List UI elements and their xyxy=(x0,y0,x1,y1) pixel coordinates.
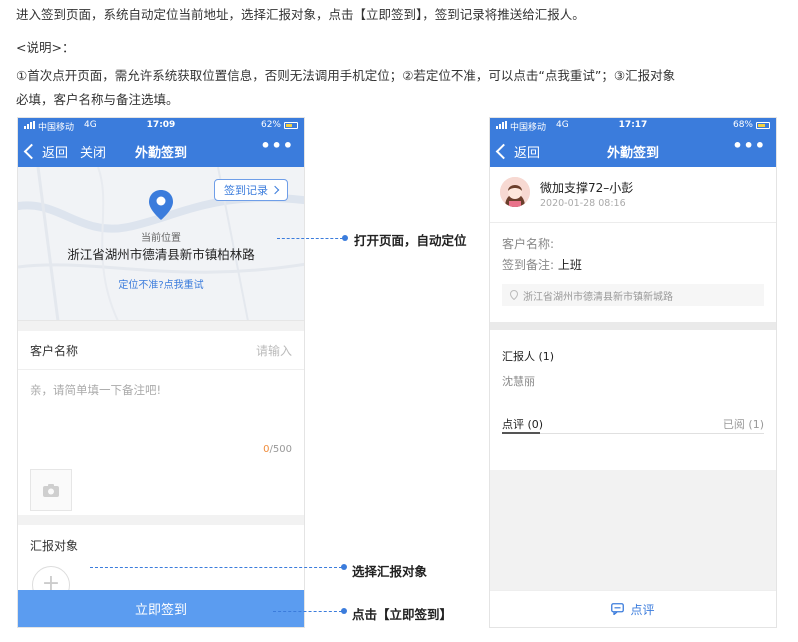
checkin-address: 浙江省湖州市德清县新市镇新城路 xyxy=(502,284,764,306)
nav-bar: 返回 关闭 外勤签到 ••• xyxy=(18,134,304,167)
remark-textarea[interactable]: 亲，请简单填一下备注吧! 0/500 xyxy=(18,370,304,515)
camera-icon xyxy=(43,483,59,497)
status-bar: 中国移动 4G 17:17 68% xyxy=(490,118,776,134)
callout-click: 点击【立即签到】 xyxy=(352,607,453,622)
comment-icon xyxy=(611,603,625,615)
divider xyxy=(18,321,304,331)
avatar xyxy=(500,177,530,207)
remark-value: 上班 xyxy=(557,258,582,272)
remark-placeholder: 亲，请简单填一下备注吧! xyxy=(30,383,162,397)
divider xyxy=(18,515,304,525)
add-photo-button[interactable] xyxy=(30,469,72,511)
reporter-name: 沈慧丽 xyxy=(502,375,535,388)
intro-line-2: <说明>： xyxy=(16,40,75,55)
checkin-detail-phone-screen: 中国移动 4G 17:17 68% 返回 外勤签到 ••• 微加支撑72–小彭 … xyxy=(489,117,777,628)
more-icon[interactable]: ••• xyxy=(732,136,766,155)
user-header: 微加支撑72–小彭 2020-01-28 08:16 xyxy=(490,167,776,223)
current-address: 浙江省湖州市德清县新市镇柏林路 xyxy=(67,247,255,262)
customer-name-row: 客户名称: xyxy=(502,237,555,251)
location-pin-icon xyxy=(149,190,173,220)
callout-line-open xyxy=(277,238,343,239)
battery-percent: 62% xyxy=(260,120,281,130)
more-icon[interactable]: ••• xyxy=(260,136,294,155)
callout-dot-choose xyxy=(341,564,347,570)
intro-line-3: ①首次点开页面，需允许系统获取位置信息，否则无法调用手机定位；②若定位不准，可以… xyxy=(16,68,676,83)
tab-comments[interactable]: 点评 (0) xyxy=(502,416,543,432)
callout-dot-click xyxy=(341,608,347,614)
battery-icon xyxy=(284,121,298,129)
nav-bar: 返回 外勤签到 ••• xyxy=(490,134,776,167)
empty-area xyxy=(490,470,776,590)
comment-tabs: 点评 (0) 已阅 (1) xyxy=(502,400,764,434)
customer-name-field[interactable]: 客户名称 请输入 xyxy=(18,331,304,370)
callout-line-choose xyxy=(90,567,342,568)
reporters-section: 汇报人 (1) 沈慧丽 xyxy=(490,330,776,400)
customer-name-label: 客户名称 xyxy=(30,343,79,358)
checkin-info: 客户名称: 签到备注: 上班 浙江省湖州市德清县新市镇新城路 xyxy=(490,223,776,322)
chevron-right-icon xyxy=(270,185,280,195)
customer-name-input[interactable]: 请输入 xyxy=(256,342,292,359)
battery-icon xyxy=(756,121,770,129)
remark-row: 签到备注: 上班 xyxy=(502,258,582,272)
intro-line-4: 必填，客户名称与备注选填。 xyxy=(16,92,179,107)
checkin-submit-button[interactable]: 立即签到 xyxy=(18,590,304,627)
status-bar: 中国移动 4G 17:09 62% xyxy=(18,118,304,134)
callout-choose: 选择汇报对象 xyxy=(352,564,428,579)
retry-location-link[interactable]: 定位不准?点我重试 xyxy=(18,276,304,291)
active-tab-indicator xyxy=(502,432,540,434)
checkin-datetime: 2020-01-28 08:16 xyxy=(540,198,626,209)
intro-line-1: 进入签到页面，系统自动定位当前地址，选择汇报对象，点击【立即签到】，签到记录将推… xyxy=(16,7,585,22)
current-location-label: 当前位置 xyxy=(141,233,181,244)
user-name: 微加支撑72–小彭 xyxy=(540,181,634,195)
remark-char-count: 0/500 xyxy=(263,444,292,455)
comment-button[interactable]: 点评 xyxy=(490,590,776,627)
comment-label: 点评 xyxy=(630,602,655,617)
tab-read[interactable]: 已阅 (1) xyxy=(723,416,764,432)
divider xyxy=(490,322,776,330)
reporters-title: 汇报人 (1) xyxy=(502,350,555,363)
checkin-phone-screen: 中国移动 4G 17:09 62% 返回 关闭 外勤签到 ••• 签到记录 当前… xyxy=(17,117,305,628)
location-map: 签到记录 当前位置 浙江省湖州市德清县新市镇柏林路 定位不准?点我重试 xyxy=(18,167,304,321)
callout-line-click xyxy=(273,611,342,612)
checkin-records-label: 签到记录 xyxy=(224,184,268,197)
report-target-label: 汇报对象 xyxy=(30,539,79,553)
battery-percent: 68% xyxy=(732,120,753,130)
location-pin-icon xyxy=(510,290,518,300)
callout-dot-open xyxy=(342,235,348,241)
checkin-records-button[interactable]: 签到记录 xyxy=(214,179,288,201)
callout-open: 打开页面，自动定位 xyxy=(354,233,467,248)
